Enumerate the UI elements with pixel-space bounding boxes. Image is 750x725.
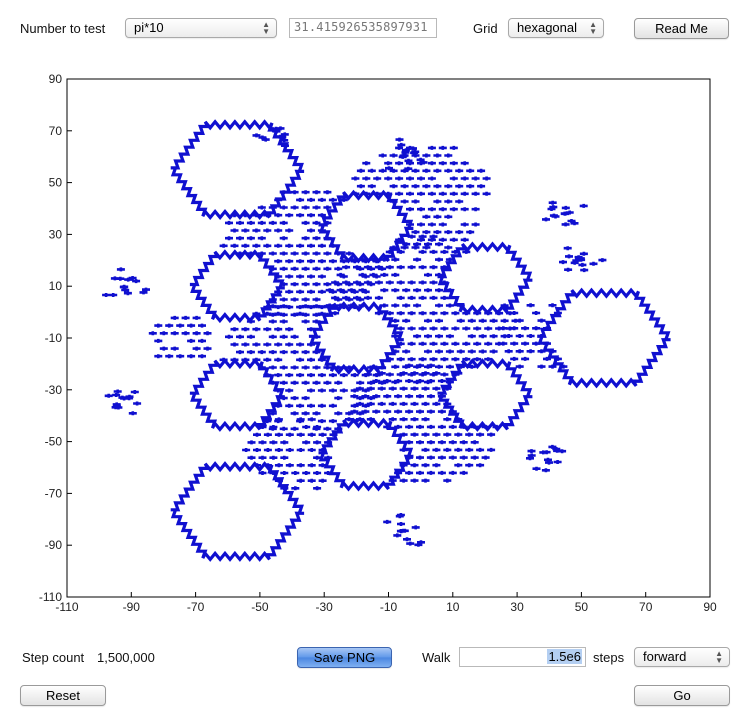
walk-hex-ring [170, 461, 305, 562]
x-tick-label: 90 [703, 600, 717, 614]
plot-marks [102, 119, 671, 562]
plot-frame [66, 78, 711, 598]
walk-label: Walk [422, 650, 451, 665]
walk-hex-ring [437, 358, 533, 432]
walk-steps-input[interactable]: 1.5e6 [459, 647, 586, 667]
y-tick-label: 10 [49, 279, 63, 293]
walk-lobe [252, 126, 289, 148]
x-tick-label: 50 [575, 600, 589, 614]
walk-dense-region [148, 315, 212, 359]
walk-lobe [383, 513, 425, 547]
walk-lobe [102, 267, 150, 297]
y-tick-label: 90 [49, 72, 63, 86]
walk-hex-ring [537, 287, 671, 389]
walk-hex-ring [437, 241, 533, 316]
x-tick-label: 10 [446, 600, 460, 614]
walk-lobe [542, 200, 588, 227]
walk-dense-region [345, 363, 501, 483]
step-count-value: 1,500,000 [97, 650, 155, 665]
step-count-label: Step count [22, 650, 85, 665]
updown-arrows-icon: ▲ ▼ [715, 649, 723, 665]
y-tick-label: 30 [49, 227, 63, 241]
walk-lobe [104, 389, 142, 416]
x-tick-label: -30 [316, 600, 334, 614]
x-tick-label: -50 [251, 600, 269, 614]
y-tick-label: 50 [49, 176, 63, 190]
walk-lobe [385, 137, 428, 171]
walk-steps-value: 1.5e6 [547, 649, 582, 664]
walk-hex-ring [189, 249, 285, 324]
x-tick-label: -70 [187, 600, 205, 614]
walk-lobe [526, 444, 567, 473]
walk-plot: -110 -90 -70 -50 -30 -10 10 30 50 70 90 90 70 50 30 10 -… [39, 72, 717, 614]
y-tick-label: -50 [45, 435, 63, 449]
walk-lobe [559, 246, 607, 273]
direction-select-value: forward [643, 649, 687, 664]
x-tick-label: -90 [123, 600, 141, 614]
x-tick-label: 30 [510, 600, 524, 614]
direction-select[interactable]: forward ▲ ▼ [634, 647, 730, 667]
y-tick-label: -70 [45, 486, 63, 500]
save-png-button[interactable]: Save PNG [297, 647, 392, 668]
y-tick-label: -90 [45, 538, 63, 552]
y-tick-label: 70 [49, 124, 63, 138]
x-tick-label: 70 [639, 600, 653, 614]
y-tick-label: -10 [45, 331, 63, 345]
y-tick-label: -110 [39, 590, 62, 604]
x-tick-label: -10 [380, 600, 398, 614]
reset-button[interactable]: Reset [20, 685, 106, 706]
walk-hex-ring [318, 417, 414, 492]
go-button[interactable]: Go [634, 685, 730, 706]
axes: -110 -90 -70 -50 -30 -10 10 30 50 70 90 90 70 50 30 10 -… [39, 72, 717, 614]
y-tick-label: -30 [45, 383, 63, 397]
steps-label: steps [593, 650, 625, 665]
